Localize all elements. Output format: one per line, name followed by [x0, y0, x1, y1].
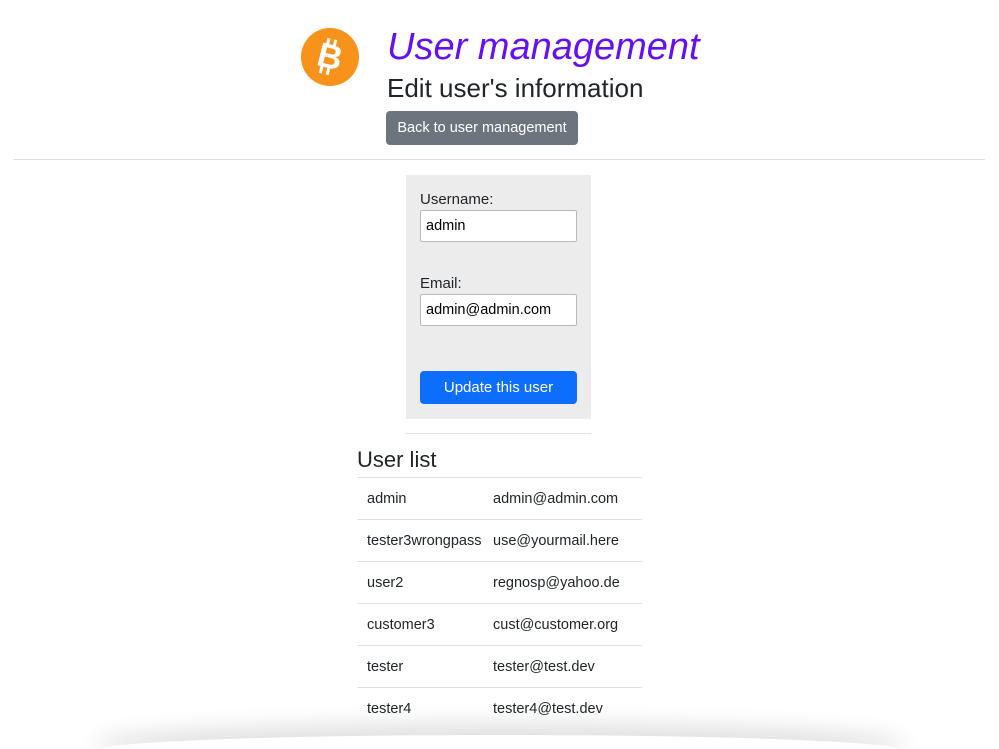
user-email-cell: use@yourmail.here	[493, 532, 619, 549]
table-row[interactable]: user2 regnosp@yahoo.de	[357, 562, 642, 604]
user-name-cell: customer3	[367, 616, 435, 633]
header-divider	[13, 159, 985, 160]
table-row[interactable]: tester3wrongpass use@yourmail.here	[357, 520, 642, 562]
form-divider	[406, 433, 591, 434]
user-list-table: admin admin@admin.com tester3wrongpass u…	[357, 477, 642, 729]
user-list-heading: User list	[357, 447, 437, 472]
user-email-cell: tester4@test.dev	[493, 700, 603, 717]
user-email-cell: cust@customer.org	[493, 616, 619, 633]
username-label: Username:	[420, 191, 494, 208]
user-name-cell: tester4	[367, 700, 412, 717]
page: B User management Edit user's informatio…	[0, 0, 999, 749]
email-input[interactable]	[420, 294, 577, 326]
bitcoin-logo-graphic: B	[313, 36, 346, 79]
user-email-cell: tester@test.dev	[493, 658, 595, 675]
page-subtitle: Edit user's information	[387, 73, 644, 103]
bitcoin-icon: B	[301, 28, 359, 86]
table-row[interactable]: tester4 tester4@test.dev	[357, 688, 642, 729]
page-title: User management	[387, 26, 700, 68]
user-name-cell: tester3wrongpass	[367, 532, 482, 549]
table-row[interactable]: customer3 cust@customer.org	[357, 604, 642, 646]
svg-text:B: B	[313, 36, 346, 79]
table-row[interactable]: tester tester@test.dev	[357, 646, 642, 688]
update-user-button[interactable]: Update this user	[420, 371, 577, 404]
email-label: Email:	[420, 275, 462, 292]
user-name-cell: tester	[367, 658, 404, 675]
bottom-shadow	[100, 735, 900, 749]
user-name-cell: admin	[367, 490, 407, 507]
table-row[interactable]: admin admin@admin.com	[357, 478, 642, 520]
username-input[interactable]	[420, 210, 577, 242]
user-name-cell: user2	[367, 574, 404, 591]
back-to-user-management-button[interactable]: Back to user management	[386, 111, 578, 145]
user-email-cell: admin@admin.com	[493, 490, 619, 507]
user-email-cell: regnosp@yahoo.de	[493, 574, 620, 591]
edit-user-form: Username: Email: Update this user	[406, 175, 591, 419]
